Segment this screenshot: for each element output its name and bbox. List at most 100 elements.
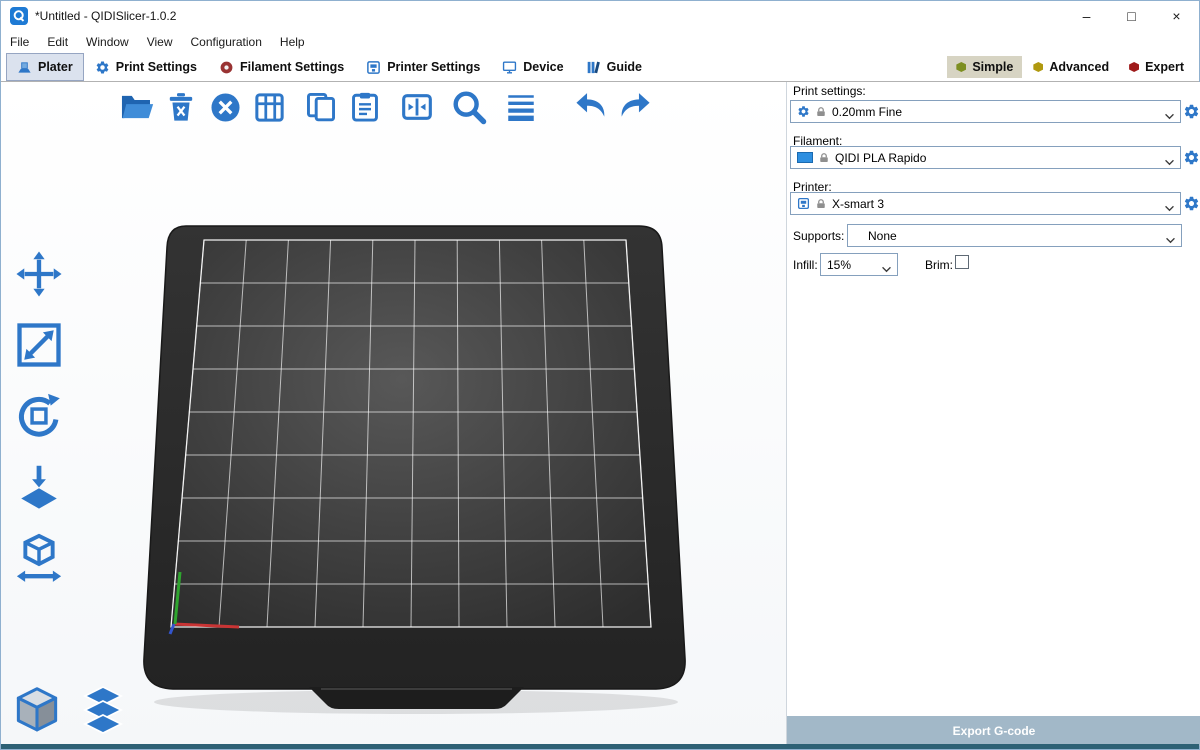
rotate-button[interactable]: [11, 388, 67, 444]
mode-simple[interactable]: Simple: [947, 56, 1022, 78]
printer-value: X-smart 3: [832, 197, 884, 211]
arrange-button[interactable]: [247, 86, 291, 128]
variable-layer-height-button[interactable]: [499, 86, 543, 128]
redo-button[interactable]: [613, 86, 657, 128]
redo-icon: [616, 88, 654, 126]
print-settings-select[interactable]: 0.20mm Fine: [790, 100, 1181, 123]
move-icon: [13, 248, 65, 300]
tab-label: Printer Settings: [387, 60, 480, 74]
undo-button[interactable]: [569, 86, 613, 128]
delete-button[interactable]: [159, 86, 203, 128]
delete-all-button[interactable]: [203, 86, 247, 128]
export-gcode-button[interactable]: Export G-code: [787, 716, 1200, 746]
measure-button[interactable]: [11, 530, 67, 586]
menu-configuration[interactable]: Configuration: [182, 33, 271, 51]
place-on-face-icon: [13, 461, 65, 513]
search-icon: [450, 88, 488, 126]
gear-icon: [797, 105, 810, 118]
layers-view-icon: [78, 684, 128, 736]
paste-icon: [349, 91, 381, 123]
printer-gear-button[interactable]: [1182, 194, 1200, 212]
3d-view-button[interactable]: [9, 682, 65, 738]
search-button[interactable]: [447, 86, 491, 128]
tab-device[interactable]: Device: [491, 53, 574, 81]
window-controls: – □ ×: [1064, 1, 1199, 31]
app-window: *Untitled - QIDISlicer-1.0.2 – □ × File …: [0, 0, 1200, 750]
infill-value: 15%: [827, 258, 851, 272]
printer-select[interactable]: X-smart 3: [790, 192, 1181, 215]
print-settings-value: 0.20mm Fine: [832, 105, 902, 119]
layers-view-button[interactable]: [75, 682, 131, 738]
tab-printer-settings[interactable]: Printer Settings: [355, 53, 491, 81]
filament-settings-icon: [219, 60, 234, 75]
rotate-icon: [13, 390, 65, 442]
menubar: File Edit Window View Configuration Help: [1, 31, 1199, 53]
measure-icon: [13, 532, 65, 584]
tab-label: Plater: [38, 60, 73, 74]
menu-view[interactable]: View: [138, 33, 182, 51]
tab-filament-settings[interactable]: Filament Settings: [208, 53, 355, 81]
open-button[interactable]: [115, 86, 159, 128]
copy-button[interactable]: [299, 86, 343, 128]
mode-expert[interactable]: Expert: [1120, 56, 1193, 78]
printer-settings-icon: [366, 60, 381, 75]
tab-label: Guide: [607, 60, 642, 74]
window-title: *Untitled - QIDISlicer-1.0.2: [35, 9, 176, 23]
guide-icon: [586, 60, 601, 75]
chevron-down-icon: [1165, 233, 1176, 247]
undo-icon: [572, 88, 610, 126]
filament-select[interactable]: QIDI PLA Rapido: [790, 146, 1181, 169]
bed-surface: [171, 240, 651, 627]
mode-label: Advanced: [1049, 60, 1109, 74]
supports-label: Supports:: [793, 229, 844, 243]
print-bed[interactable]: [129, 220, 704, 720]
bottom-strip: [1, 744, 1199, 749]
plater-icon: [17, 60, 32, 75]
tab-print-settings[interactable]: Print Settings: [84, 53, 208, 81]
tab-label: Filament Settings: [240, 60, 344, 74]
viewport-toolbar: [115, 86, 657, 128]
maximize-button[interactable]: □: [1109, 1, 1154, 31]
expert-mode-dot-icon: [1129, 62, 1139, 72]
device-icon: [502, 60, 517, 75]
mode-advanced[interactable]: Advanced: [1024, 56, 1118, 78]
open-folder-icon: [118, 88, 156, 126]
tab-plater[interactable]: Plater: [6, 53, 84, 81]
menu-file[interactable]: File: [1, 33, 38, 51]
printer-icon: [797, 197, 810, 210]
advanced-mode-dot-icon: [1033, 62, 1043, 72]
chevron-down-icon: [881, 262, 892, 276]
paste-button[interactable]: [343, 86, 387, 128]
infill-select[interactable]: 15%: [820, 253, 898, 276]
close-button[interactable]: ×: [1154, 1, 1199, 31]
delete-icon: [165, 91, 197, 123]
3d-view-icon: [11, 684, 63, 736]
brim-checkbox[interactable]: [955, 255, 969, 269]
sidebar: Print settings: 0.20mm Fine Filament: QI…: [786, 82, 1200, 746]
menu-window[interactable]: Window: [77, 33, 138, 51]
supports-value: None: [868, 229, 897, 243]
brim-label: Brim:: [925, 258, 953, 272]
arrange-icon: [253, 91, 286, 124]
print-settings-gear-button[interactable]: [1182, 102, 1200, 120]
delete-all-icon: [209, 91, 242, 124]
mode-label: Simple: [972, 60, 1013, 74]
mode-label: Expert: [1145, 60, 1184, 74]
menu-help[interactable]: Help: [271, 33, 314, 51]
move-button[interactable]: [11, 246, 67, 302]
lock-icon: [815, 106, 827, 118]
tab-label: Print Settings: [116, 60, 197, 74]
infill-label: Infill:: [793, 258, 818, 272]
filament-gear-button[interactable]: [1182, 148, 1200, 166]
minimize-button[interactable]: –: [1064, 1, 1109, 31]
place-on-face-button[interactable]: [11, 459, 67, 515]
supports-select[interactable]: None: [847, 224, 1182, 247]
split-button[interactable]: [395, 86, 439, 128]
app-logo-icon: [10, 7, 28, 25]
menu-edit[interactable]: Edit: [38, 33, 77, 51]
lock-icon: [815, 198, 827, 210]
gizmo-toolbar: [11, 246, 67, 586]
scale-button[interactable]: [11, 317, 67, 373]
3d-viewport[interactable]: [1, 82, 786, 746]
tab-guide[interactable]: Guide: [575, 53, 653, 81]
